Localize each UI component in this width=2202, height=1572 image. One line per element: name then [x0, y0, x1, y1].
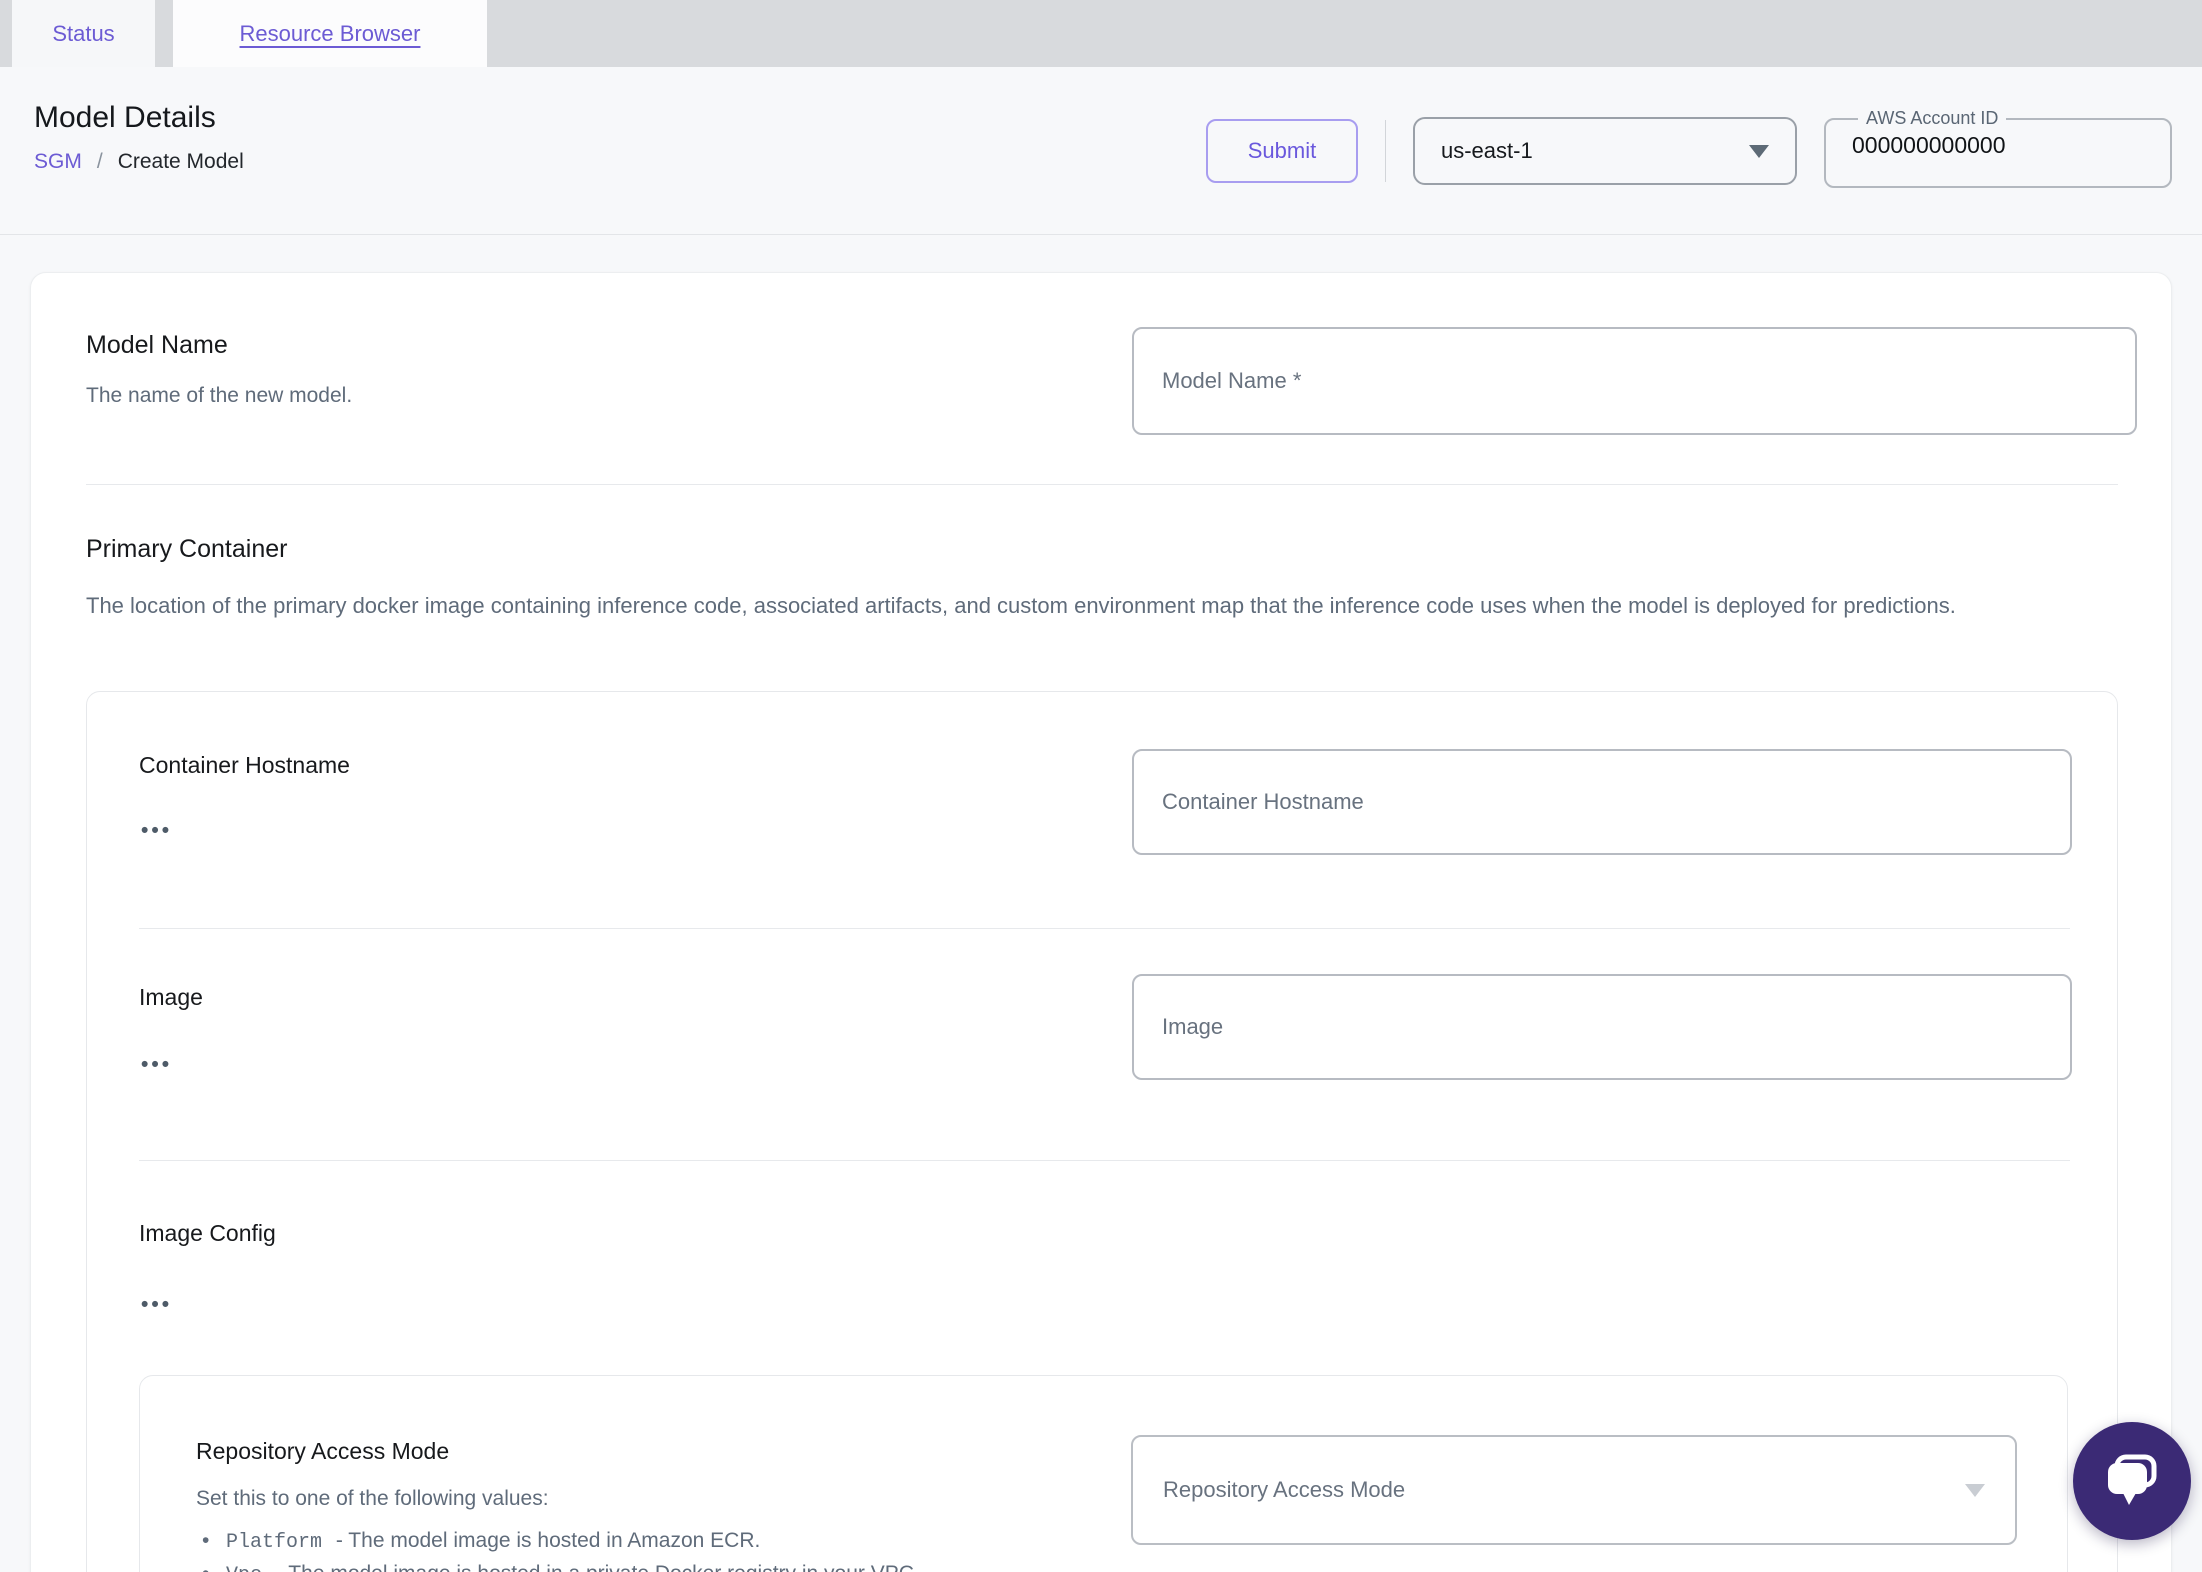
repository-access-mode-options-list: Platform - The model image is hosted in …: [196, 1525, 1096, 1572]
repository-access-mode-heading: Repository Access Mode: [196, 1438, 450, 1464]
repository-access-mode-select[interactable]: Repository Access Mode: [1131, 1435, 2017, 1545]
header-divider: [1385, 120, 1386, 182]
caret-down-icon: [1749, 144, 1769, 158]
repository-access-mode-card: Repository Access Mode Set this to one o…: [139, 1375, 2068, 1572]
image-config-label: Image Config: [139, 1220, 276, 1247]
model-name-input-wrap: [1132, 327, 2137, 435]
option-vpc-code: Vpc: [226, 1564, 262, 1572]
repository-access-mode-description: Set this to one of the following values:: [196, 1487, 549, 1510]
aws-account-id-field: AWS Account ID: [1824, 108, 2172, 188]
tab-bar: Status Resource Browser: [0, 0, 2202, 67]
container-hostname-heading: Container Hostname: [139, 752, 350, 778]
region-select[interactable]: us-east-1: [1413, 117, 1797, 185]
breadcrumb: SGM / Create Model: [34, 150, 244, 174]
breadcrumb-root-link[interactable]: SGM: [34, 150, 82, 174]
image-heading: Image: [139, 984, 203, 1010]
image-input-wrap: [1132, 974, 2072, 1080]
page-title: Model Details: [34, 101, 216, 134]
tab-resource-browser-label: Resource Browser: [239, 20, 421, 46]
page: Status Resource Browser Model Details SG…: [0, 0, 2202, 1572]
row-divider: [139, 1160, 2070, 1161]
page-header: Model Details SGM / Create Model Submit …: [0, 67, 2202, 235]
model-name-input[interactable]: [1132, 327, 2137, 435]
repository-access-mode-select-wrap: Repository Access Mode: [1131, 1435, 2017, 1545]
option-vpc-text: - The model image is hosted in a private…: [276, 1562, 920, 1572]
model-name-section: Model Name The name of the new model.: [86, 331, 352, 408]
model-details-card: Model Name The name of the new model. Pr…: [30, 272, 2172, 1572]
section-divider: [86, 484, 2118, 485]
aws-account-id-label: AWS Account ID: [1866, 108, 1999, 128]
repository-access-mode-select-placeholder: Repository Access Mode: [1163, 1477, 1406, 1502]
option-platform-code: Platform: [226, 1531, 323, 1554]
option-platform-item: Platform - The model image is hosted in …: [202, 1525, 1096, 1558]
primary-container-description: The location of the primary docker image…: [86, 593, 1956, 618]
tab-status[interactable]: Status: [12, 0, 155, 67]
model-name-heading: Model Name: [86, 331, 228, 359]
option-vpc-item: Vpc - The model image is hosted in a pri…: [202, 1558, 1096, 1572]
page-heading: Model Details SGM / Create Model: [34, 101, 244, 174]
region-select-value: us-east-1: [1441, 138, 1533, 163]
breadcrumb-separator: /: [96, 149, 103, 173]
primary-container-section: Primary Container The location of the pr…: [86, 535, 2131, 626]
aws-account-id-input[interactable]: [1850, 131, 2130, 160]
image-label: Image: [139, 984, 203, 1011]
row-divider: [139, 928, 2070, 929]
chat-icon: [2108, 1454, 2157, 1505]
container-hostname-ellipsis-expander-icon[interactable]: •••: [137, 818, 176, 843]
image-config-ellipsis-expander-icon[interactable]: •••: [137, 1292, 176, 1317]
chat-widget-button[interactable]: [2073, 1422, 2191, 1540]
model-name-description: The name of the new model.: [86, 384, 353, 407]
caret-down-icon: [1965, 1483, 1985, 1497]
tab-status-label: Status: [52, 20, 115, 46]
container-hostname-label: Container Hostname: [139, 752, 350, 779]
repository-access-mode-section: Repository Access Mode Set this to one o…: [196, 1438, 1096, 1572]
image-input[interactable]: [1132, 974, 2072, 1080]
image-config-heading: Image Config: [139, 1220, 276, 1246]
submit-button[interactable]: Submit: [1206, 119, 1358, 183]
container-hostname-input-wrap: [1132, 749, 2072, 855]
primary-container-group: Container Hostname ••• Image ••• Image C…: [86, 691, 2118, 1572]
image-ellipsis-expander-icon[interactable]: •••: [137, 1052, 176, 1077]
container-hostname-input[interactable]: [1132, 749, 2072, 855]
primary-container-heading: Primary Container: [86, 535, 288, 563]
breadcrumb-current: Create Model: [117, 149, 244, 173]
tab-resource-browser[interactable]: Resource Browser: [173, 0, 487, 67]
header-actions: Submit us-east-1 AWS Account ID: [1206, 67, 2172, 235]
option-platform-text: - The model image is hosted in Amazon EC…: [335, 1529, 761, 1552]
